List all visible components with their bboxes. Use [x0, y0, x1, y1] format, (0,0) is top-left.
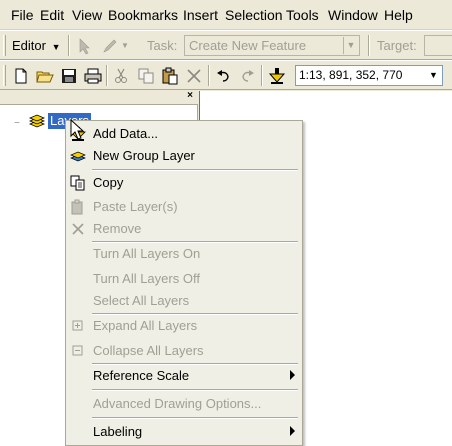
menu-item-label: Copy — [93, 175, 124, 190]
target-dropdown[interactable] — [424, 35, 452, 56]
menu-item-label: Turn All Layers Off — [93, 271, 200, 286]
editor-label: Editor — [12, 38, 46, 53]
menu-insert[interactable]: Insert — [183, 7, 218, 23]
collapse-icon — [72, 345, 83, 356]
toolbar-grip[interactable] — [3, 65, 6, 86]
redo-icon[interactable] — [238, 67, 256, 85]
toolbar-separator — [68, 35, 70, 56]
menu-item-reference-scale[interactable]: Reference Scale — [66, 365, 302, 387]
menu-item-label: Paste Layer(s) — [93, 199, 178, 214]
menu-item-remove[interactable]: Remove — [66, 218, 302, 240]
chevron-down-icon: ▼ — [51, 42, 61, 52]
task-dropdown-value: Create New Feature — [189, 38, 307, 53]
print-icon[interactable] — [84, 67, 102, 85]
chevron-down-icon: ▼ — [426, 67, 441, 84]
tree-collapse-toggle[interactable]: − — [14, 118, 20, 129]
mouse-pointer-icon — [70, 119, 85, 140]
editor-menu-button[interactable]: Editor ▼ — [12, 38, 61, 53]
menu-item-expand-all-layers[interactable]: Expand All Layers — [66, 315, 302, 337]
toolbar-grip[interactable] — [3, 35, 6, 56]
undo-icon[interactable] — [215, 67, 233, 85]
menu-item-label: Remove — [93, 221, 142, 236]
menu-item-collapse-all-layers[interactable]: Collapse All Layers — [66, 340, 302, 362]
map-scale-dropdown[interactable]: 1:13, 891, 352, 770 ▼ — [295, 65, 443, 86]
paste-icon[interactable] — [161, 67, 179, 85]
copy-icon — [70, 175, 85, 191]
menu-item-label: Turn All Layers On — [93, 246, 201, 261]
menu-item-new-group-layer[interactable]: New Group Layer — [66, 145, 302, 167]
map-scale-value: 1:13, 891, 352, 770 — [299, 68, 403, 82]
remove-icon — [72, 223, 84, 235]
menu-edit[interactable]: Edit — [40, 7, 64, 23]
menu-item-label: Add Data... — [93, 126, 159, 141]
editor-toolbar: Editor ▼ ▼ Task: Create New Feature ▼ Ta… — [0, 30, 452, 60]
add-data-icon[interactable] — [268, 67, 286, 85]
menu-separator — [92, 417, 298, 419]
menu-item-label: Reference Scale — [93, 368, 190, 383]
menu-item-turn-all-layers-off[interactable]: Turn All Layers Off — [66, 268, 302, 290]
menu-item-label: Labeling — [93, 424, 143, 439]
open-folder-icon[interactable] — [36, 67, 54, 85]
toc-title-bar: × — [0, 90, 198, 105]
task-label: Task: — [147, 38, 178, 53]
new-document-icon[interactable] — [12, 67, 30, 85]
toolbar-separator — [106, 65, 108, 86]
menu-item-copy[interactable]: Copy — [66, 172, 302, 194]
layers-icon — [28, 114, 46, 128]
close-icon[interactable]: × — [187, 90, 193, 101]
target-label: Target: — [377, 38, 417, 53]
menu-view[interactable]: View — [72, 7, 102, 23]
menu-item-select-all-layers[interactable]: Select All Layers — [66, 290, 302, 312]
menu-item-paste-layers[interactable]: Paste Layer(s) — [66, 196, 302, 218]
submenu-arrow-icon — [290, 426, 295, 436]
menu-separator — [92, 389, 298, 391]
edit-tool-icon[interactable] — [75, 37, 93, 55]
menu-item-label: Collapse All Layers — [93, 343, 204, 358]
sketch-tool-icon[interactable] — [101, 37, 119, 55]
menu-help[interactable]: Help — [384, 7, 413, 23]
delete-icon[interactable] — [185, 67, 203, 85]
submenu-arrow-icon — [290, 370, 295, 380]
menu-window[interactable]: Window — [328, 7, 378, 23]
layers-context-menu: Add Data... New Group Layer Copy Paste L… — [65, 120, 303, 446]
menu-separator — [92, 169, 298, 171]
standard-toolbar: 1:13, 891, 352, 770 ▼ — [0, 60, 452, 90]
paste-icon — [71, 199, 83, 215]
chevron-down-icon[interactable]: ▼ — [121, 41, 129, 50]
menu-item-label: Select All Layers — [93, 293, 190, 308]
menu-item-label: Expand All Layers — [93, 318, 198, 333]
cut-icon[interactable] — [112, 67, 130, 85]
toolbar-separator — [368, 35, 370, 56]
menu-item-advanced-drawing-options[interactable]: Advanced Drawing Options... — [66, 393, 302, 415]
chevron-down-icon: ▼ — [343, 37, 358, 54]
save-icon[interactable] — [60, 67, 78, 85]
menu-item-label: Advanced Drawing Options... — [93, 396, 262, 411]
toolbar-separator — [208, 65, 210, 86]
menu-item-labeling[interactable]: Labeling — [66, 421, 302, 443]
menu-item-turn-all-layers-on[interactable]: Turn All Layers On — [66, 243, 302, 265]
group-layer-icon — [70, 151, 86, 162]
toolbar-separator — [261, 65, 263, 86]
menu-bar: File Edit View Bookmarks Insert Selectio… — [0, 0, 452, 30]
menu-tools[interactable]: Tools — [286, 7, 319, 23]
expand-icon — [72, 320, 83, 331]
task-dropdown[interactable]: Create New Feature ▼ — [184, 35, 360, 56]
menu-selection[interactable]: Selection — [225, 7, 283, 23]
copy-icon[interactable] — [137, 67, 155, 85]
menu-item-add-data[interactable]: Add Data... — [66, 123, 302, 145]
menu-bookmarks[interactable]: Bookmarks — [108, 7, 178, 23]
menu-item-label: New Group Layer — [93, 148, 195, 163]
menu-file[interactable]: File — [11, 7, 34, 23]
